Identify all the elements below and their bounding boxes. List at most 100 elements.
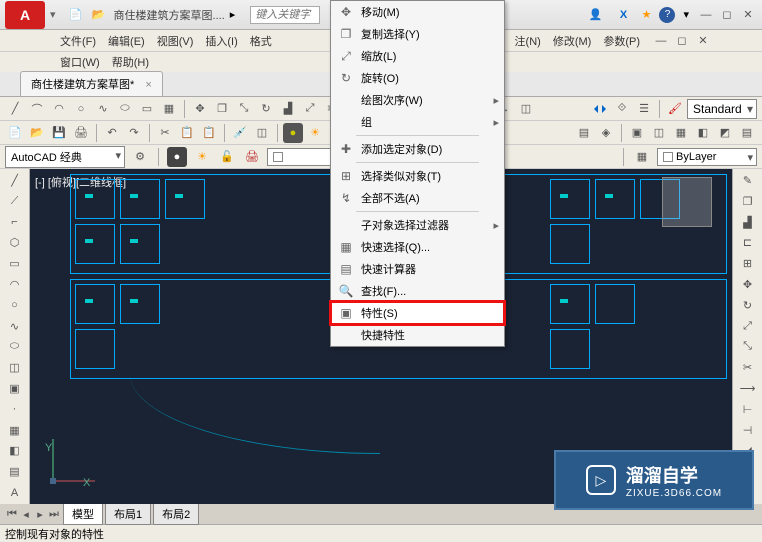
- draw-insert-icon[interactable]: ◫: [5, 358, 25, 377]
- workspace-combo[interactable]: AutoCAD 经典: [5, 146, 125, 168]
- mod-rotate-icon[interactable]: ↻: [738, 296, 758, 315]
- layer-prop-icon[interactable]: ▤: [574, 123, 594, 143]
- layer-bulb-icon[interactable]: ●: [283, 123, 303, 143]
- mod-trim-icon[interactable]: ✂: [738, 358, 758, 377]
- exchange-icon[interactable]: X: [614, 5, 634, 25]
- qat-open-icon[interactable]: 📂: [89, 5, 109, 25]
- color-tool-icon[interactable]: ▦: [632, 147, 652, 167]
- document-tab[interactable]: 商住楼建筑方案草图* ×: [20, 71, 163, 96]
- tab-close-icon[interactable]: ×: [145, 79, 151, 91]
- ctx-quickcalc[interactable]: ▤ 快速计算器: [331, 258, 504, 280]
- app-logo[interactable]: A: [5, 1, 45, 29]
- move-icon[interactable]: ✥: [190, 99, 210, 119]
- style-brush-icon[interactable]: 🖌: [665, 99, 685, 119]
- spline-icon[interactable]: ∿: [93, 99, 113, 119]
- scale-tool-icon[interactable]: ⤢: [300, 99, 320, 119]
- mod-move-icon[interactable]: ✥: [738, 275, 758, 294]
- line-tool-icon[interactable]: ╱: [5, 99, 25, 119]
- menu-param[interactable]: 参数(P): [603, 33, 640, 49]
- menu-help[interactable]: 帮助(H): [112, 54, 149, 70]
- print-icon[interactable]: 🖨: [71, 123, 91, 143]
- layer-sun-icon[interactable]: ☀: [192, 147, 212, 167]
- layout1-tab[interactable]: 布局1: [105, 503, 151, 525]
- rect-tool-icon[interactable]: ▭: [137, 99, 157, 119]
- draw-arc-icon[interactable]: ◠: [5, 275, 25, 294]
- tp-icon[interactable]: ▦: [671, 123, 691, 143]
- pline-tool-icon[interactable]: ⌒: [27, 99, 47, 119]
- menu-view[interactable]: 视图(V): [157, 33, 194, 49]
- viewcube[interactable]: [662, 177, 712, 227]
- search-input[interactable]: [250, 6, 320, 24]
- star-icon[interactable]: ★: [642, 8, 652, 21]
- menu-window[interactable]: 窗口(W): [60, 54, 100, 70]
- mod-erase-icon[interactable]: ✎: [738, 171, 758, 190]
- menu-modify[interactable]: 修改(M): [553, 33, 592, 49]
- doc-minimize-button[interactable]: —: [652, 34, 670, 48]
- ellipse-icon[interactable]: ⬭: [115, 99, 135, 119]
- tab-nav-prev-icon[interactable]: ◂: [19, 507, 33, 521]
- draw-circle-icon[interactable]: ○: [5, 296, 25, 315]
- menu-format[interactable]: 格式: [250, 33, 272, 49]
- ctx-rotate[interactable]: ↻ 旋转(O): [331, 67, 504, 89]
- mod-array-icon[interactable]: ⊞: [738, 254, 758, 273]
- ctx-move[interactable]: ✥ 移动(M): [331, 1, 504, 23]
- dc-icon[interactable]: ◫: [649, 123, 669, 143]
- ctx-add-selected[interactable]: ✚ 添加选定对象(D): [331, 138, 504, 160]
- undo-icon[interactable]: ↶: [102, 123, 122, 143]
- workspace-gear-icon[interactable]: ⚙: [130, 147, 150, 167]
- ctx-draw-order[interactable]: 绘图次序(W) ▸: [331, 89, 504, 111]
- tab-nav-last-icon[interactable]: ⏭: [47, 507, 61, 521]
- model-tab[interactable]: 模型: [63, 503, 103, 525]
- ctx-quick-select[interactable]: ▦ 快速选择(Q)...: [331, 236, 504, 258]
- ctx-properties[interactable]: ▣ 特性(S): [331, 302, 504, 324]
- tab-nav-next-icon[interactable]: ▸: [33, 507, 47, 521]
- annot-toggle-icon[interactable]: [590, 99, 610, 119]
- draw-table-icon[interactable]: ▤: [5, 462, 25, 481]
- draw-text-icon[interactable]: A: [5, 483, 25, 502]
- ctx-quick-properties[interactable]: 快捷特性: [331, 324, 504, 346]
- layer-freeze-icon[interactable]: ☀: [305, 123, 325, 143]
- draw-region-icon[interactable]: ◧: [5, 442, 25, 461]
- block-icon[interactable]: ◫: [252, 123, 272, 143]
- tab-nav-first-icon[interactable]: ⏮: [5, 507, 19, 521]
- clipboard-copy-icon[interactable]: 📋: [177, 123, 197, 143]
- close-button[interactable]: ✕: [739, 8, 757, 22]
- annot-list-icon[interactable]: ☰: [634, 99, 654, 119]
- copy-icon[interactable]: ❐: [212, 99, 232, 119]
- help-arrow[interactable]: ▾: [683, 8, 689, 21]
- mod-join-icon[interactable]: ⊣: [738, 421, 758, 440]
- annot-scale-icon[interactable]: ⟐: [612, 99, 632, 119]
- arc-tool-icon[interactable]: ◠: [49, 99, 69, 119]
- layer-plot-icon[interactable]: 🖨: [242, 147, 262, 167]
- hatch-icon[interactable]: ▦: [159, 99, 179, 119]
- ctx-copy-selection[interactable]: ❐ 复制选择(Y): [331, 23, 504, 45]
- minimize-button[interactable]: —: [697, 8, 715, 22]
- menu-edit[interactable]: 编辑(E): [108, 33, 145, 49]
- menu-dim[interactable]: 注(N): [515, 33, 541, 49]
- paste-icon[interactable]: 📋: [199, 123, 219, 143]
- ctx-deselect-all[interactable]: ↯ 全部不选(A): [331, 187, 504, 209]
- draw-ellipse-icon[interactable]: ⬭: [5, 338, 25, 357]
- menu-file[interactable]: 文件(F): [60, 33, 96, 49]
- layer-bulb2-icon[interactable]: ●: [167, 147, 187, 167]
- draw-rect-icon[interactable]: ▭: [5, 254, 25, 273]
- rotate-tool-icon[interactable]: ↻: [256, 99, 276, 119]
- props-palette-icon[interactable]: ▣: [627, 123, 647, 143]
- markup-icon[interactable]: ◩: [715, 123, 735, 143]
- layer-state-icon[interactable]: ◈: [596, 123, 616, 143]
- ctx-find[interactable]: 🔍 查找(F)...: [331, 280, 504, 302]
- redo-icon[interactable]: ↷: [124, 123, 144, 143]
- maximize-button[interactable]: ◻: [718, 8, 736, 22]
- ssm-icon[interactable]: ◧: [693, 123, 713, 143]
- ctx-select-similar[interactable]: ⊞ 选择类似对象(T): [331, 165, 504, 187]
- stretch-icon[interactable]: ⤡: [234, 99, 254, 119]
- draw-xline-icon[interactable]: ⟋: [5, 192, 25, 211]
- layer-lock2-icon[interactable]: 🔓: [217, 147, 237, 167]
- signin-icon[interactable]: 👤: [586, 5, 606, 25]
- draw-spline-icon[interactable]: ∿: [5, 317, 25, 336]
- color-combo[interactable]: ByLayer: [657, 148, 757, 166]
- layout2-tab[interactable]: 布局2: [153, 503, 199, 525]
- ctx-subobject-filter[interactable]: 子对象选择过滤器 ▸: [331, 214, 504, 236]
- doc-close-button[interactable]: ✕: [694, 34, 712, 48]
- ctx-group[interactable]: 组 ▸: [331, 111, 504, 133]
